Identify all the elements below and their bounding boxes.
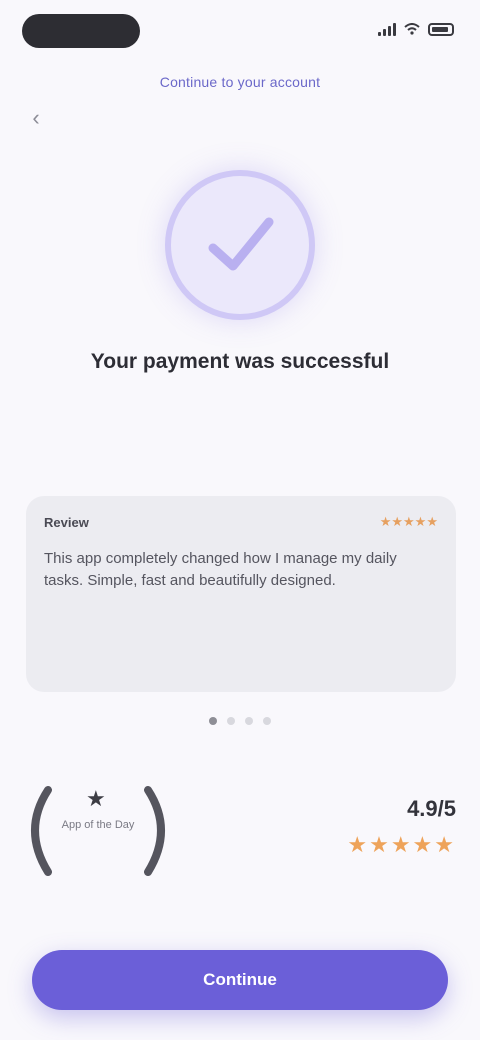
review-label: Review (44, 514, 89, 530)
rating-summary: 4.9/5 ★★★★★ (306, 796, 456, 858)
wifi-icon (404, 23, 420, 35)
carousel-indicator[interactable] (0, 717, 480, 725)
signal-icon (378, 22, 396, 36)
rating-value: 4.9/5 (407, 796, 456, 821)
check-circle-icon (165, 170, 315, 320)
dynamic-island (22, 14, 140, 48)
carousel-dot[interactable] (245, 717, 253, 725)
carousel-dot[interactable] (209, 717, 217, 725)
continue-button[interactable]: Continue (32, 950, 448, 1010)
status-icons (378, 22, 454, 36)
award-text: App of the Day (61, 819, 135, 831)
back-button[interactable]: ‹ (18, 100, 54, 136)
header-subtitle[interactable]: Continue to your account (0, 74, 480, 90)
carousel-dot[interactable] (263, 717, 271, 725)
review-card[interactable]: Review ★★★★★ This app completely changed… (26, 496, 456, 692)
rating-stars: ★★★★★ (347, 832, 456, 857)
review-stars: ★★★★★ (379, 514, 438, 529)
carousel-dot[interactable] (227, 717, 235, 725)
review-text: This app completely changed how I manage… (44, 550, 397, 589)
status-bar (0, 0, 480, 64)
chevron-left-icon: ‹ (32, 105, 40, 130)
award-badge: ★ App of the Day (18, 780, 178, 880)
star-icon: ★ (86, 786, 106, 811)
page-title: Your payment was successful (90, 350, 390, 373)
checkmark-icon (208, 217, 274, 271)
battery-icon (428, 22, 454, 36)
